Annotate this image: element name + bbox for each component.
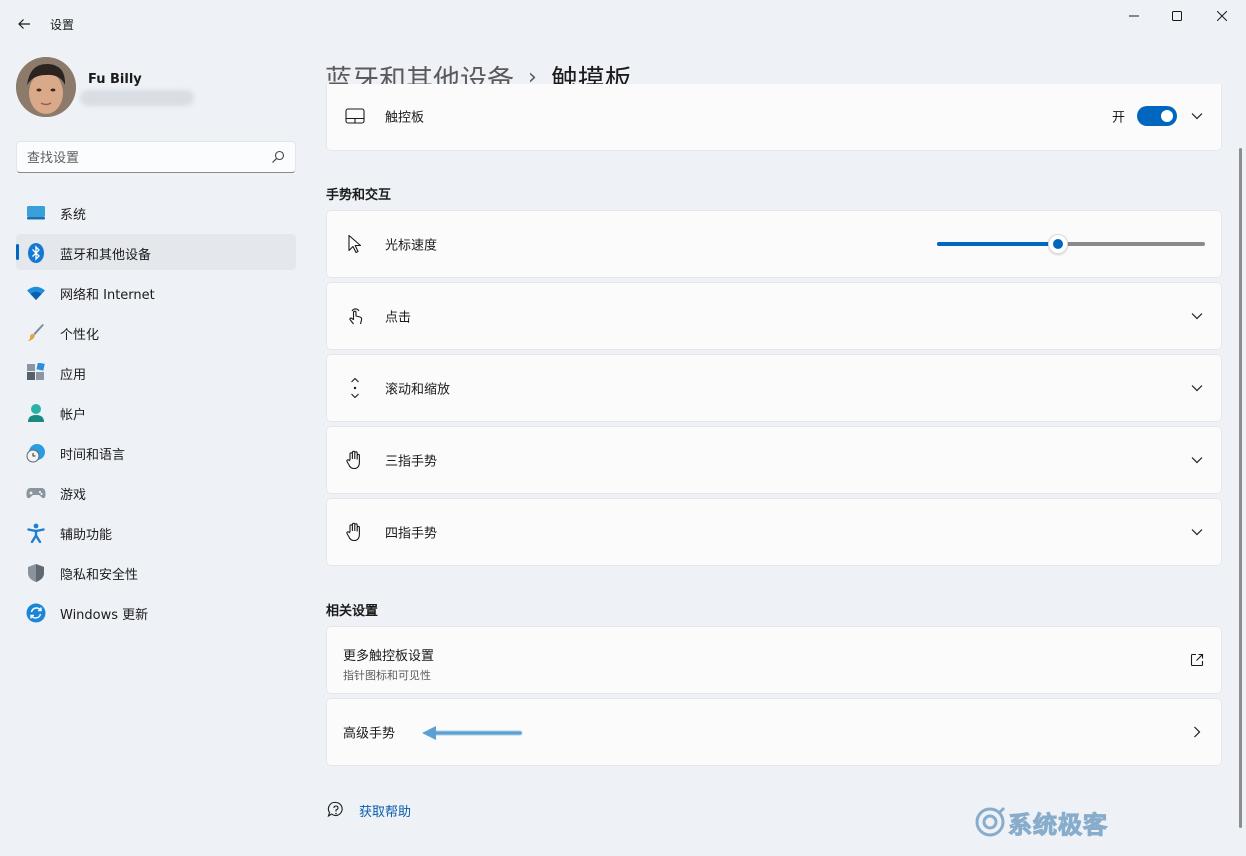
update-icon: [26, 603, 46, 623]
sidebar-item-accessibility[interactable]: 辅助功能: [16, 514, 296, 550]
toggle-state-text: 开: [1111, 110, 1125, 126]
sidebar-item-label: 个性化: [60, 328, 100, 343]
title-bar: 设置: [0, 0, 1246, 48]
active-indicator: [16, 244, 19, 260]
globe-clock-icon: [26, 443, 46, 463]
watermark-logo-icon: [975, 806, 1006, 837]
three-finger-label: 三指手势: [385, 454, 438, 470]
bluetooth-icon: [26, 243, 46, 263]
cursor-speed-slider[interactable]: [937, 234, 1205, 254]
four-finger-label: 四指手势: [385, 526, 438, 542]
sidebar-item-label: 网络和 Internet: [60, 288, 155, 303]
account-icon: [26, 403, 46, 423]
advanced-gestures-label: 高级手势: [343, 726, 396, 742]
brush-icon: [26, 323, 46, 343]
close-icon: [1217, 11, 1227, 21]
more-touchpad-settings-card[interactable]: 更多触控板设置 指针图标和可见性: [326, 626, 1222, 694]
cursor-speed-label: 光标速度: [385, 238, 438, 254]
close-button[interactable]: [1202, 4, 1242, 28]
accessibility-icon: [26, 523, 46, 543]
app-title: 设置: [50, 18, 75, 32]
apps-icon: [26, 363, 46, 383]
hand-icon: [345, 522, 365, 542]
help-icon: [326, 800, 346, 820]
sidebar-item-network[interactable]: 网络和 Internet: [16, 274, 296, 310]
back-arrow-icon: [18, 19, 30, 29]
sidebar-item-bluetooth[interactable]: 蓝牙和其他设备: [16, 234, 296, 270]
chevron-down-icon[interactable]: [1189, 524, 1205, 540]
back-button[interactable]: [10, 10, 38, 38]
sidebar-item-time-language[interactable]: 时间和语言: [16, 434, 296, 470]
maximize-button[interactable]: [1157, 4, 1197, 28]
chevron-right-icon[interactable]: [1189, 724, 1205, 740]
more-touchpad-description: 指针图标和可见性: [343, 669, 431, 682]
tap-icon: [345, 306, 365, 326]
four-finger-card[interactable]: 四指手势: [326, 498, 1222, 566]
cursor-icon: [345, 234, 365, 254]
sidebar-item-label: 隐私和安全性: [60, 568, 139, 583]
user-name: Fu Billy: [88, 72, 142, 87]
scroll-zoom-label: 滚动和缩放: [385, 382, 451, 398]
sidebar-item-label: 蓝牙和其他设备: [60, 248, 152, 263]
slider-thumb[interactable]: [1047, 234, 1068, 254]
touchpad-toggle[interactable]: [1137, 106, 1177, 126]
minimize-icon: [1129, 15, 1139, 17]
sidebar-item-label: 游戏: [60, 488, 87, 503]
touchpad-icon: [345, 106, 365, 126]
chevron-down-icon[interactable]: [1189, 380, 1205, 396]
sidebar-item-apps[interactable]: 应用: [16, 354, 296, 390]
section-title-related: 相关设置: [326, 604, 379, 619]
sidebar-item-windows-update[interactable]: Windows 更新: [16, 594, 296, 630]
minimize-button[interactable]: [1114, 4, 1154, 28]
chevron-down-icon[interactable]: [1189, 452, 1205, 468]
tap-card[interactable]: 点击: [326, 282, 1222, 350]
slider-fill: [937, 242, 1058, 246]
chevron-down-icon[interactable]: [1189, 108, 1205, 124]
chevron-down-icon[interactable]: [1189, 308, 1205, 324]
sidebar-item-privacy[interactable]: 隐私和安全性: [16, 554, 296, 590]
user-email-blurred: [80, 90, 194, 106]
wifi-icon: [26, 283, 46, 303]
watermark-text: 系统极客: [1008, 810, 1108, 839]
sidebar-item-system[interactable]: 系统: [16, 194, 296, 230]
shield-icon: [26, 563, 46, 583]
sidebar-item-label: 系统: [60, 208, 87, 223]
sidebar-item-label: 帐户: [60, 408, 87, 423]
search-box[interactable]: [16, 141, 296, 173]
open-external-icon[interactable]: [1189, 652, 1205, 668]
cursor-speed-card: 光标速度: [326, 210, 1222, 278]
gamepad-icon: [26, 483, 46, 503]
hand-icon: [345, 450, 365, 470]
sidebar-item-label: 应用: [60, 368, 87, 383]
scrollbar[interactable]: [1239, 148, 1242, 828]
search-icon[interactable]: [271, 150, 285, 164]
get-help-link[interactable]: 获取帮助: [359, 801, 411, 820]
sidebar-item-label: Windows 更新: [60, 608, 149, 623]
watermark: 系统极客: [974, 806, 1108, 839]
touchpad-card[interactable]: 触控板 开: [326, 84, 1222, 151]
sidebar-nav: 系统 蓝牙和其他设备 网络和 Internet 个性化 应用 帐户 时间和语言 …: [16, 194, 296, 634]
sidebar-item-gaming[interactable]: 游戏: [16, 474, 296, 510]
section-title-gestures: 手势和交互: [326, 188, 392, 203]
search-input[interactable]: [27, 149, 257, 167]
avatar[interactable]: [16, 57, 76, 117]
sidebar-item-label: 时间和语言: [60, 448, 126, 463]
touchpad-label: 触控板: [385, 110, 425, 126]
tap-label: 点击: [385, 310, 412, 326]
sidebar-item-label: 辅助功能: [60, 528, 113, 543]
sidebar-item-personalization[interactable]: 个性化: [16, 314, 296, 350]
get-help[interactable]: 获取帮助: [326, 800, 411, 820]
scroll-icon: [345, 377, 365, 399]
maximize-icon: [1172, 11, 1182, 21]
more-touchpad-text: 更多触控板设置 指针图标和可见性: [343, 645, 434, 683]
annotation-arrow-icon: [422, 726, 523, 740]
scroll-zoom-card[interactable]: 滚动和缩放: [326, 354, 1222, 422]
toggle-knob: [1161, 110, 1173, 122]
more-touchpad-label: 更多触控板设置: [343, 649, 435, 664]
system-icon: [26, 203, 46, 223]
three-finger-card[interactable]: 三指手势: [326, 426, 1222, 494]
sidebar-item-accounts[interactable]: 帐户: [16, 394, 296, 430]
